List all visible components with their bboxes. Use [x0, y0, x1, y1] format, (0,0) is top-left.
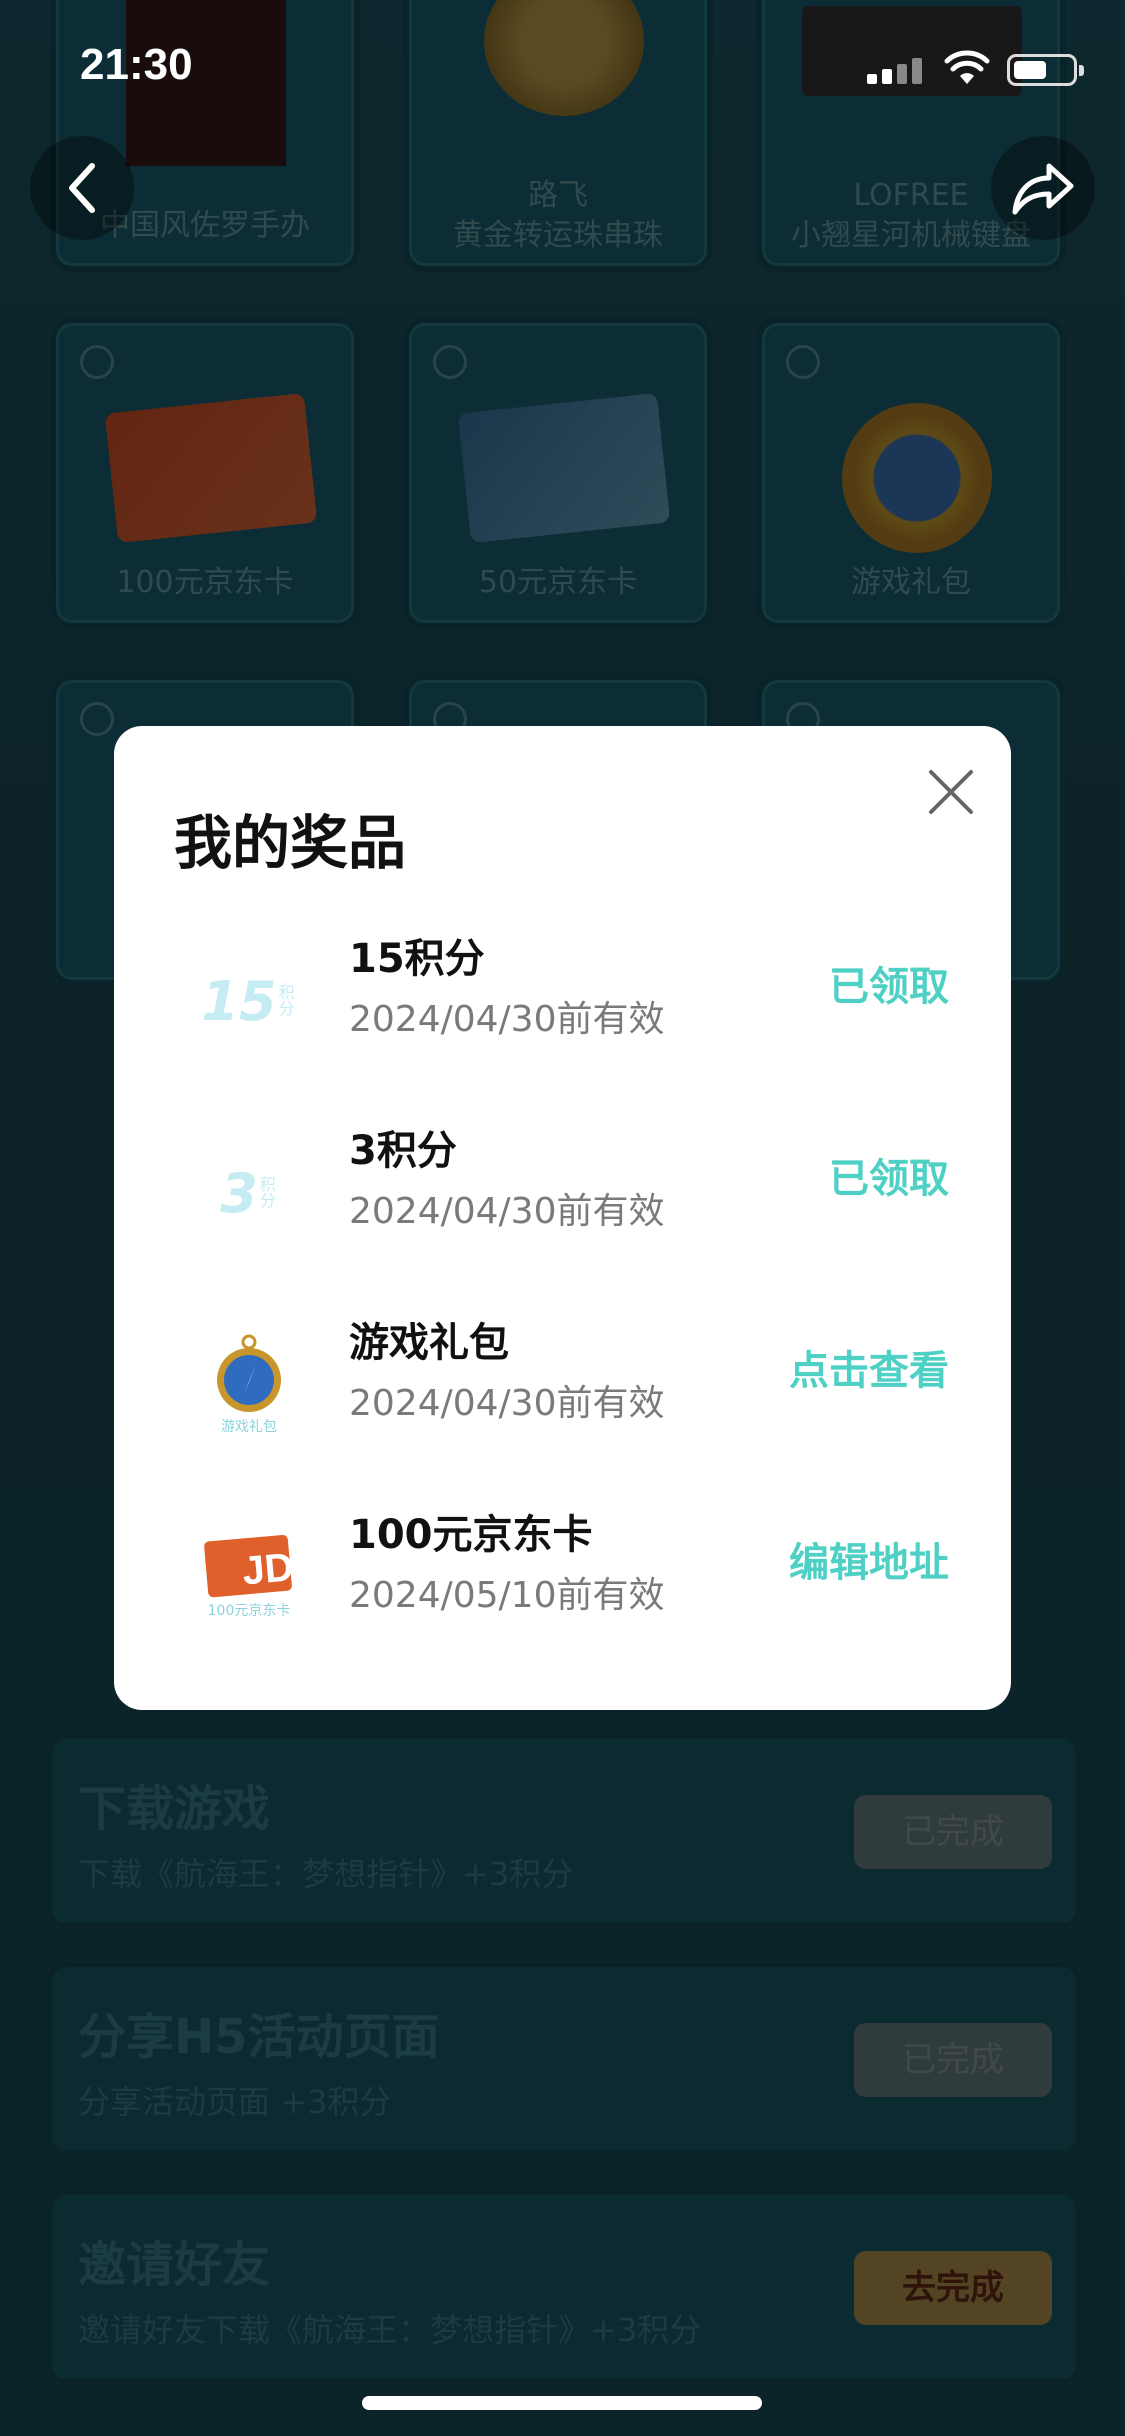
svg-text:JD: JD — [241, 1545, 294, 1593]
prize-row: JD 100元京东卡 100元京东卡 2024/05/10前有效 编辑地址 — [114, 1502, 1011, 1694]
prize-expiry: 2024/04/30前有效 — [349, 1191, 665, 1232]
thumbnail-caption: 100元京东卡 — [207, 1603, 291, 1619]
home-indicator[interactable] — [362, 2396, 762, 2410]
close-icon[interactable] — [921, 762, 981, 822]
prize-action-button[interactable]: 编辑地址 — [789, 1530, 949, 1588]
prize-expiry: 2024/05/10前有效 — [349, 1575, 665, 1616]
chevron-left-icon — [69, 163, 95, 213]
prize-name: 游戏礼包 — [349, 1320, 509, 1366]
prize-list: 15 积分 15积分 2024/04/30前有效 已领取 3 积分 3积分 2024/04/30… — [114, 926, 1011, 1694]
thumbnail-caption: 游戏礼包 — [221, 1419, 277, 1435]
points-icon: 3 积分 — [194, 1138, 304, 1248]
prize-row: 3 积分 3积分 2024/04/30前有效 已领取 — [114, 1118, 1011, 1310]
points-icon: 15 积分 — [194, 946, 304, 1056]
gift-thumbnail: 游戏礼包 — [194, 1330, 304, 1440]
status-bar: 21:30 — [0, 0, 1125, 140]
prize-name: 3积分 — [349, 1128, 457, 1174]
share-icon — [1012, 163, 1074, 215]
points-value: 3 — [220, 1161, 258, 1225]
prize-action-button[interactable]: 已领取 — [829, 1146, 949, 1204]
jd-card-thumbnail: JD 100元京东卡 — [194, 1522, 304, 1632]
compass-icon — [217, 1334, 281, 1412]
jd-card-icon: JD — [204, 1534, 294, 1598]
prize-name: 15积分 — [349, 936, 485, 982]
status-time: 21:30 — [80, 40, 193, 89]
dialog-title: 我的奖品 — [174, 809, 407, 877]
prize-expiry: 2024/04/30前有效 — [349, 999, 665, 1040]
share-button[interactable] — [991, 136, 1095, 240]
points-unit: 积分 — [259, 1175, 276, 1210]
prize-expiry: 2024/04/30前有效 — [349, 1383, 665, 1424]
prize-row: 15 积分 15积分 2024/04/30前有效 已领取 — [114, 926, 1011, 1118]
points-value: 15 — [201, 969, 277, 1033]
prize-action-button[interactable]: 点击查看 — [789, 1338, 949, 1396]
cellular-signal-icon — [867, 58, 923, 84]
my-prizes-dialog: 我的奖品 15 积分 15积分 2024/04/30前有效 已领取 3 积分 3积分 2024/… — [114, 726, 1011, 1710]
back-button[interactable] — [30, 136, 134, 240]
prize-name: 100元京东卡 — [349, 1512, 593, 1558]
prize-action-button[interactable]: 已领取 — [829, 954, 949, 1012]
points-unit: 积分 — [278, 983, 295, 1018]
prize-row: 游戏礼包 游戏礼包 2024/04/30前有效 点击查看 — [114, 1310, 1011, 1502]
battery-icon — [1007, 54, 1084, 86]
wifi-icon — [944, 50, 990, 84]
